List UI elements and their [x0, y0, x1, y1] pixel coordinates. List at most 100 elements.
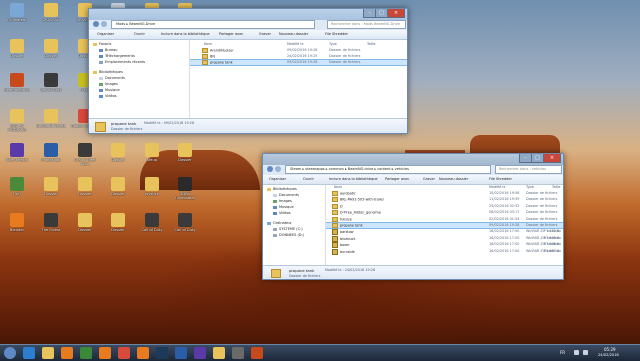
desktop-shortcut[interactable]: The Forest — [36, 212, 66, 248]
open-button[interactable]: Ouvrir — [303, 177, 314, 182]
column-header-type[interactable]: Type — [329, 42, 337, 47]
nav-videos[interactable]: Vidéos — [273, 211, 291, 216]
desktop-shortcut[interactable]: Standard Assets — [36, 108, 66, 144]
forward-arrow-icon[interactable] — [101, 21, 107, 27]
file-shredder-button[interactable]: File Shredder — [489, 177, 512, 182]
nav-images[interactable]: Images — [99, 82, 118, 87]
file-row[interactable]: ArendiHLoiser 09/02/2016 19:28 Dossier de … — [190, 48, 407, 53]
column-header-modified[interactable]: Modifié le — [287, 42, 303, 47]
desktop-shortcut[interactable]: Dossier — [36, 38, 66, 74]
file-row[interactable]: BN 24/02/2016 19:25 Dossier de fichiers — [190, 54, 407, 59]
clock-time[interactable]: 05:29 — [604, 347, 616, 352]
explorer-taskbar-icon[interactable] — [42, 347, 54, 359]
vlc-taskbar-icon[interactable] — [99, 347, 111, 359]
desktop-shortcut[interactable]: Dossier — [2, 38, 32, 74]
file-list[interactable]: Nom Modifié le Type Taille ArendiHLoiser… — [190, 40, 407, 118]
desktop-shortcut[interactable]: GRASSAN — [36, 2, 66, 38]
explorer-window-vehicles[interactable]: – □ × Steam ▸ steamapps ▸ common ▸ BeamN… — [262, 153, 564, 280]
nav-libraries[interactable]: Bibliothèques — [267, 187, 297, 192]
desktop-shortcut[interactable]: Dossier — [36, 176, 66, 212]
file-row[interactable]: BKL-Mkll2-505-with-trailer 11/02/2016 19:… — [326, 197, 563, 203]
column-header-size[interactable]: Taille — [552, 185, 561, 190]
photoshop-taskbar-icon[interactable] — [175, 347, 187, 359]
share-button[interactable]: Partager avec — [385, 177, 409, 182]
desktop-shortcut[interactable]: Dossier — [170, 142, 200, 178]
desktop-shortcut[interactable]: Beamng.drive — [2, 72, 32, 108]
ie-taskbar-icon[interactable] — [23, 347, 35, 359]
desktop-shortcut[interactable]: Call of Duty — [137, 212, 167, 248]
close-button[interactable]: × — [543, 154, 561, 163]
nav-favorites[interactable]: Favoris — [93, 42, 111, 47]
desktop-shortcut[interactable]: 3DBit Unimodder — [170, 176, 200, 212]
desktop-shortcut[interactable]: Ordinateur — [2, 2, 32, 38]
desktop-shortcut[interactable]: joystick — [137, 176, 167, 212]
nav-music[interactable]: Musique — [99, 88, 120, 93]
desktop-shortcut[interactable]: Photoshop — [36, 142, 66, 178]
address-bar[interactable]: Steam ▸ steamapps ▸ common ▸ BeamNG.driv… — [285, 165, 491, 174]
address-bar[interactable]: Mods ▸ BeamNG.Drive — [111, 20, 315, 29]
search-input[interactable]: Rechercher dans : vehicles — [495, 165, 562, 174]
desktop-shortcut[interactable]: Dossier — [70, 176, 100, 212]
breadcrumb[interactable]: Steam — [290, 167, 301, 171]
desktop-shortcut[interactable]: Dossier — [103, 176, 133, 212]
column-header-modified[interactable]: Modifié le — [489, 185, 505, 190]
breadcrumb[interactable]: steamapps — [305, 167, 324, 171]
breadcrumb[interactable]: vehicles — [395, 167, 409, 171]
organize-button[interactable]: Organiser — [269, 177, 286, 182]
burn-button[interactable]: Graver — [423, 177, 435, 182]
forward-arrow-icon[interactable] — [275, 166, 281, 172]
new-folder-button[interactable]: Nouveau dossier — [439, 177, 468, 182]
file-row[interactable]: propane tank 09/02/2016 19:28 Dossier de f… — [326, 222, 563, 229]
player-taskbar-icon[interactable] — [80, 347, 92, 359]
share-button[interactable]: Partager avec — [219, 32, 243, 37]
file-row[interactable]: burnside 16/02/2016 17:00 WinRAR ZIP archi… — [326, 248, 563, 255]
breadcrumb[interactable]: BeamNG.drive — [348, 167, 373, 171]
desktop-shortcut[interactable]: After Effects — [2, 142, 32, 178]
desktop-shortcut[interactable]: Dossier — [70, 212, 100, 248]
desktop-shortcut[interactable]: Blender — [2, 212, 32, 248]
volume-icon[interactable] — [574, 350, 579, 355]
clock-date[interactable]: 24/02/2016 — [598, 353, 619, 357]
file-shredder-button[interactable]: File Shredder — [325, 32, 348, 37]
new-folder-button[interactable]: Nouveau dossier — [279, 32, 308, 37]
language-indicator[interactable]: FR — [560, 350, 565, 355]
back-arrow-icon[interactable] — [93, 21, 99, 27]
nav-drive-c[interactable]: SYSTEME (C:) — [273, 227, 303, 232]
explorer-taskbar-icon[interactable] — [213, 347, 225, 359]
aftereffects-taskbar-icon[interactable] — [194, 347, 206, 359]
explorer-window-mods[interactable]: – □ × Mods ▸ BeamNG.Drive Rechercher dan… — [88, 8, 408, 134]
nav-images[interactable]: Images — [273, 199, 292, 204]
app-taskbar-icon[interactable] — [232, 347, 244, 359]
steam-taskbar-icon[interactable] — [156, 347, 168, 359]
desktop-shortcut[interactable]: BO2 PC MODDING — [2, 108, 32, 144]
file-row[interactable]: aerobatic 10/02/2016 19:56 Dossier de fich… — [326, 191, 563, 196]
title-bar[interactable]: – □ × — [89, 9, 407, 20]
file-list[interactable]: Nom Modifié le Type Taille aerobatic 10/0… — [326, 185, 563, 265]
network-icon[interactable] — [583, 350, 588, 355]
organize-button[interactable]: Organiser — [97, 32, 114, 37]
close-button[interactable]: × — [387, 9, 405, 18]
file-row[interactable]: boxer 16/02/2016 17:00 WinRAR ZIP archive 4… — [326, 242, 563, 249]
nav-recent[interactable]: Emplacements récents — [99, 60, 145, 65]
column-header-type[interactable]: Type — [526, 185, 534, 190]
breadcrumb[interactable]: Mods — [116, 22, 125, 26]
column-header-size[interactable]: Taille — [367, 42, 376, 47]
nav-videos[interactable]: Vidéos — [99, 94, 117, 99]
file-row[interactable]: bluebuck 16/02/2016 17:00 WinRAR ZIP archi… — [326, 235, 563, 242]
desktop-shortcut[interactable]: Grand Theft Auto — [70, 142, 100, 178]
title-bar[interactable]: – □ × — [263, 154, 563, 165]
breadcrumb[interactable]: BeamNG.Drive — [129, 22, 155, 26]
desktop-shortcut[interactable]: Call of Duty — [170, 212, 200, 248]
desktop-shortcut[interactable]: setup — [137, 142, 167, 178]
file-row[interactable]: D-Tiree_Addon_genoima 06/02/2016 03:17 Dos… — [326, 210, 563, 216]
start-button[interactable] — [4, 347, 16, 359]
file-row[interactable]: barstow 16/02/2016 17:00 WinRAR ZIP archiv… — [326, 229, 563, 236]
desktop-shortcut[interactable]: FinO — [2, 176, 32, 212]
include-library-button[interactable]: Inclure dans la bibliothèque — [161, 32, 210, 37]
file-row[interactable]: fullsize 02/02/2016 01:54 Dossier de fichi… — [326, 216, 563, 222]
nav-desktop[interactable]: Bureau — [99, 48, 118, 53]
breadcrumb[interactable]: common — [329, 167, 344, 171]
desktop-shortcut[interactable]: Dossier — [103, 212, 133, 248]
burn-button[interactable]: Graver — [259, 32, 271, 37]
back-arrow-icon[interactable] — [267, 166, 273, 172]
